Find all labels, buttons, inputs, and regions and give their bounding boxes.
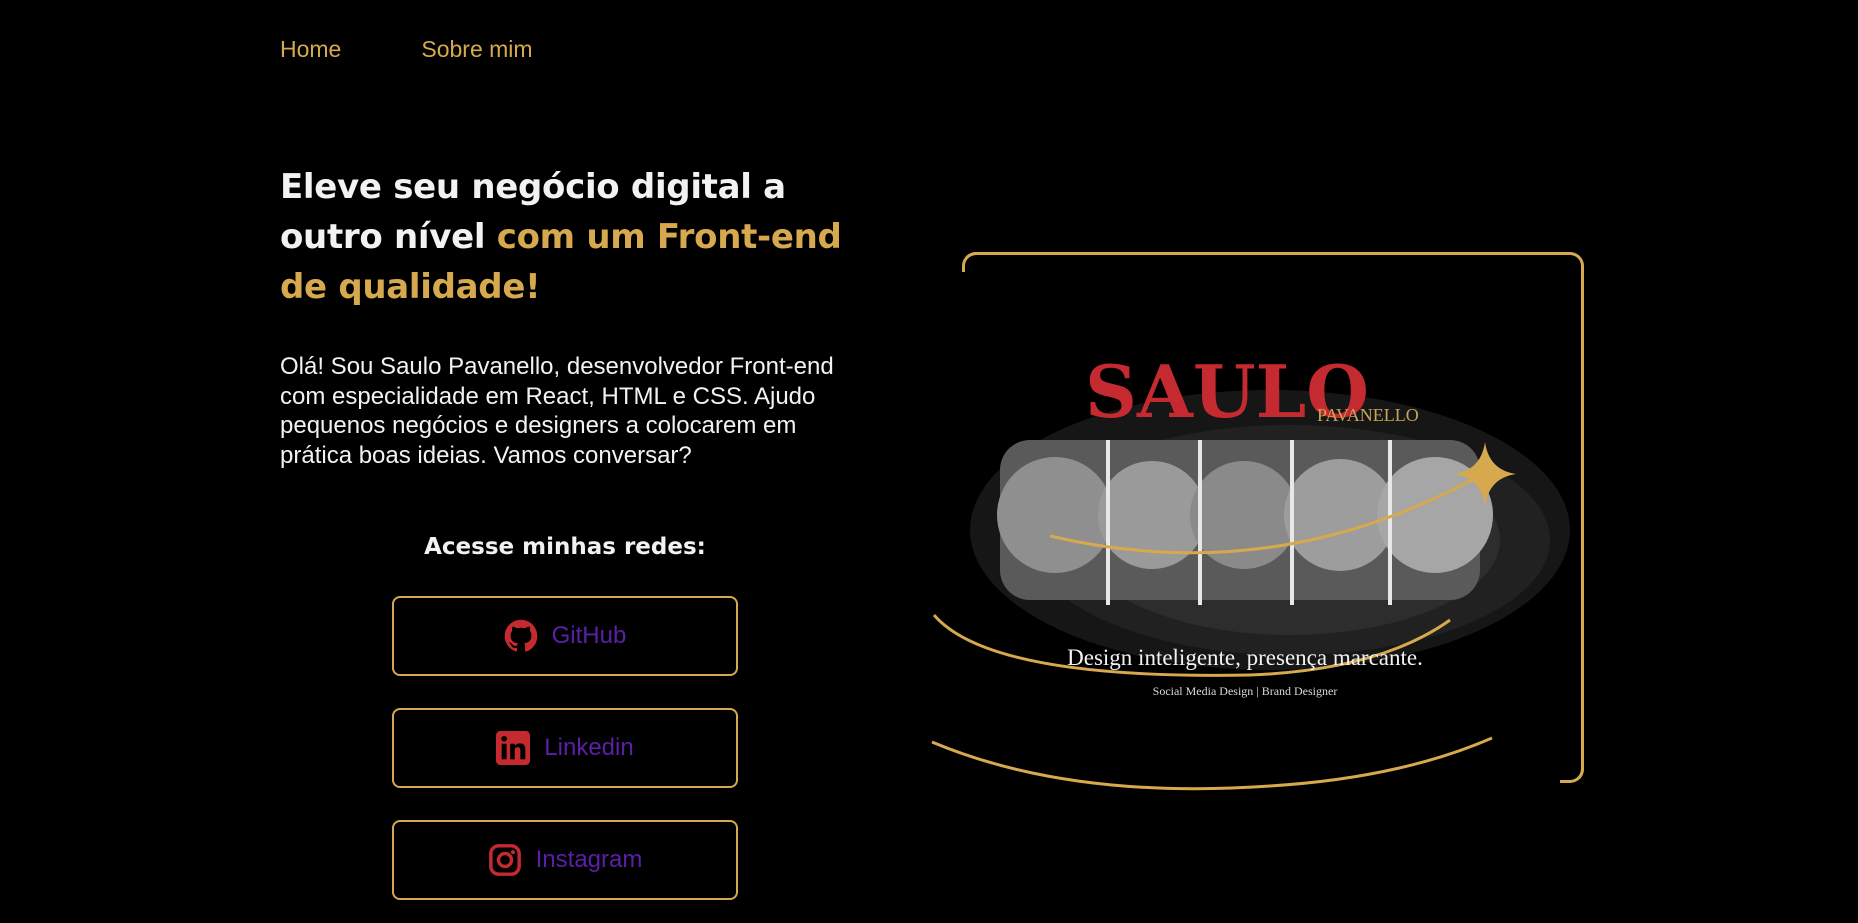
bio-text: Olá! Sou Saulo Pavanello, desenvolvedor … <box>280 353 834 469</box>
instagram-label: Instagram <box>535 846 643 873</box>
instagram-icon <box>488 843 522 877</box>
top-nav: Home Sobre mim <box>280 36 533 63</box>
page: Home Sobre mim Eleve seu negócio digital… <box>0 0 1858 923</box>
hero-artwork: SAULO PAVANELLO Design inteligente, pres… <box>931 349 1570 791</box>
tagline: Design inteligente, presença marcante. <box>1067 645 1423 670</box>
github-icon <box>504 619 538 653</box>
nav-about-link[interactable]: Sobre mim <box>421 36 532 63</box>
social-title: Acesse minhas redes: <box>424 534 706 560</box>
linkedin-icon <box>496 731 531 765</box>
artwork-frame-corner <box>962 252 982 272</box>
github-label: GitHub <box>551 622 627 649</box>
github-button[interactable]: GitHub <box>392 596 738 676</box>
linkedin-button[interactable]: Linkedin <box>392 708 738 788</box>
portrait-strip <box>997 440 1493 605</box>
hero-headline: Eleve seu negócio digital a outro nível … <box>280 162 850 312</box>
linkedin-label: Linkedin <box>544 734 634 761</box>
gold-arc-bottom <box>931 736 1493 791</box>
nav-home-link[interactable]: Home <box>280 36 341 63</box>
art-subtitle: Social Media Design | Brand Designer <box>1153 684 1338 698</box>
hero-text: Eleve seu negócio digital a outro nível … <box>280 162 850 470</box>
instagram-button[interactable]: Instagram <box>392 820 738 900</box>
brand-sub: PAVANELLO <box>1317 405 1419 425</box>
